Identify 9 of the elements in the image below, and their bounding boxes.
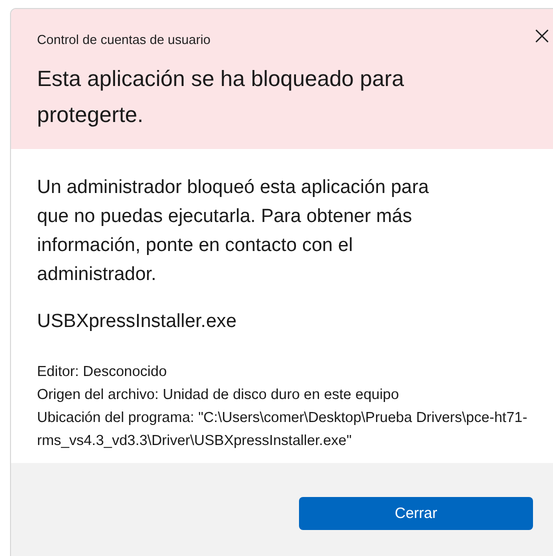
dialog-heading: Esta aplicación se ha bloqueado para protegerte. <box>37 65 405 129</box>
close-button[interactable]: Cerrar <box>299 497 533 530</box>
close-icon[interactable] <box>535 29 549 43</box>
message-text: Un administrador bloqueó esta aplicación para que no puedas ejecutarla. Para obtener más información, ponte en contacto con el administrador. <box>37 176 430 287</box>
detail-line: Ubicación del programa: "C:\Users\comer\Desktop\Prueba Drivers\pce-ht71-rms_vs4.3_vd3.3\Driver\USBXpressInstaller.exe" <box>37 409 528 451</box>
window-title: Control de cuentas de usuario <box>37 32 210 47</box>
detail-line: Origen del archivo: Unidad de disco duro en este equipo <box>37 386 400 405</box>
file-name: USBXpressInstaller.exe <box>37 311 238 333</box>
detail-line: Editor: Desconocido <box>37 363 168 382</box>
